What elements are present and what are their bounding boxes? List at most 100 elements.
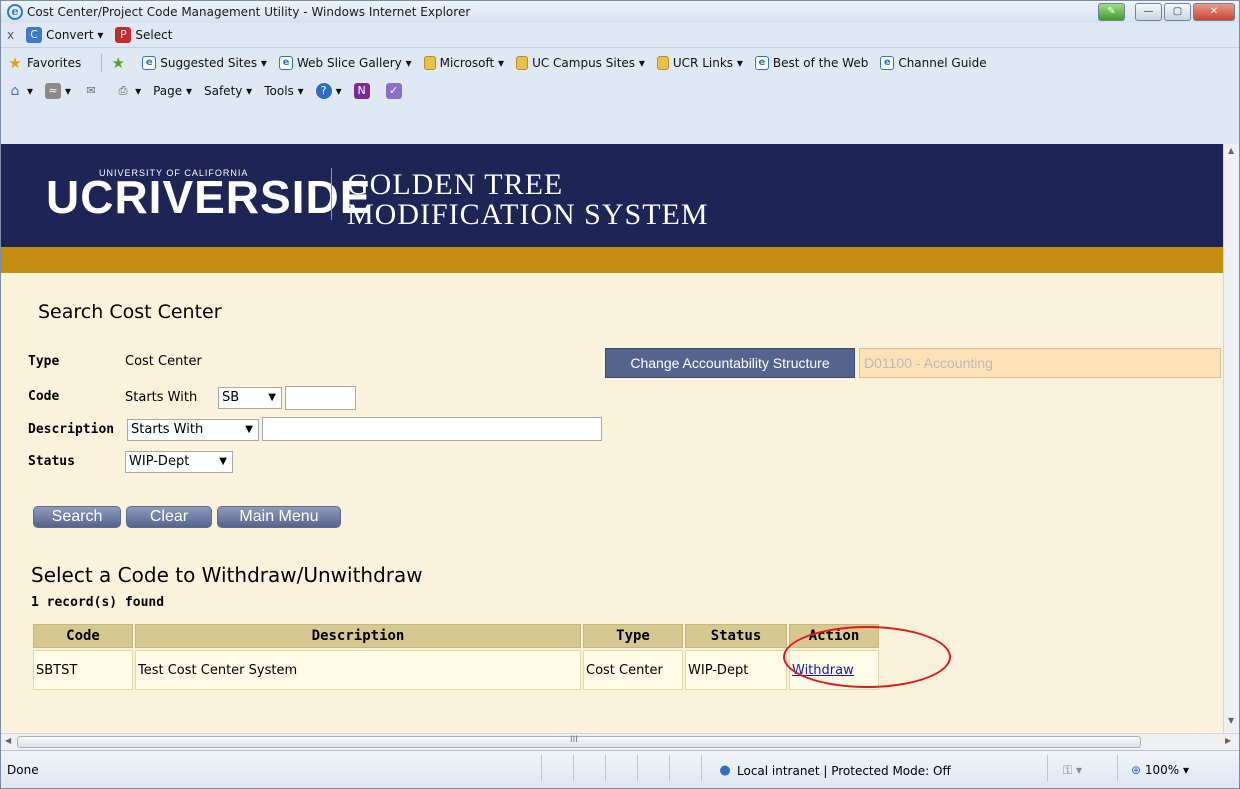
column-header-status: Status [685,624,787,648]
description-input[interactable] [262,417,602,441]
fav-web-slice-gallery[interactable]: e Web Slice Gallery ▾ [278,55,412,70]
feeds-button[interactable]: ≈ ▾ [45,83,71,99]
code-input[interactable] [285,386,356,410]
star-icon: ★ [8,53,22,72]
addon-toolbar: x C Convert ▾ P Select [1,23,1239,47]
type-label: Type [28,354,60,369]
ie-logo-icon: e [7,4,23,20]
chevron-down-icon: ▼ [245,424,253,435]
print-button[interactable]: ⎙ ▾ [115,83,141,99]
folder-icon [423,55,436,70]
zone-text: Local intranet | Protected Mode: Off [737,764,951,778]
fav-best-of-the-web[interactable]: e Best of the Web [754,55,868,70]
tools-menu[interactable]: Tools ▾ [264,84,303,98]
protected-mode-icon[interactable]: ⚿ ▾ [1063,763,1082,778]
intranet-globe-icon: ● [719,763,731,778]
fav-uc-campus-sites[interactable]: UC Campus Sites ▾ [516,55,645,70]
convert-icon: C [26,27,43,43]
add-favorite-button[interactable]: ★ [110,55,130,71]
main-menu-button[interactable]: Main Menu [217,506,341,528]
clear-button[interactable]: Clear [126,506,212,528]
edit-icon[interactable]: ✎ [1098,3,1125,21]
cell-status: WIP-Dept [685,650,787,690]
cell-code: SBTST [33,650,133,690]
favorites-button[interactable]: ★ Favorites [7,55,81,71]
page-menu[interactable]: Page ▾ [153,84,192,98]
scroll-thumb[interactable]: III [17,735,1141,748]
fav-suggested-sites[interactable]: e Suggested Sites ▾ [142,55,267,70]
table-header-row: Code Description Type Status Action [33,624,879,648]
logo-divider [331,168,332,220]
system-title: GOLDEN TREE MODIFICATION SYSTEM [347,170,709,230]
column-header-code: Code [33,624,133,648]
maximize-button[interactable]: ▢ [1164,3,1191,21]
code-label: Code [28,389,60,404]
fav-label: Channel Guide [898,55,987,70]
convert-button[interactable]: C Convert ▾ [26,27,103,43]
minimize-button[interactable]: — [1135,3,1162,21]
vertical-scrollbar[interactable]: ▲ ▼ [1223,144,1239,733]
fav-microsoft[interactable]: Microsoft ▾ [423,55,505,70]
scroll-left-icon[interactable]: ◀ [5,736,11,745]
accountability-field: D01100 - Accounting [859,348,1221,378]
fav-label: Microsoft ▾ [439,55,505,70]
fav-ucr-links[interactable]: UCR Links ▾ [656,55,743,70]
horizontal-scrollbar[interactable]: ◀ III ▶ [1,733,1239,750]
zoom-icon: ⊕ [1131,763,1142,777]
select-button[interactable]: P Select [115,27,172,43]
description-label: Description [28,422,115,437]
rss-icon: ≈ [45,83,62,99]
toolbar-close-icon[interactable]: x [7,28,14,42]
description-match-value: Starts With [131,422,204,437]
search-button[interactable]: Search [33,506,121,528]
status-divider [573,755,574,781]
status-divider [701,755,702,781]
help-button[interactable]: ? ▾ [315,83,342,99]
search-heading: Search Cost Center [38,301,222,323]
favorites-bar: ★ Favorites ★ e Suggested Sites ▾ e Web Sli… [1,47,1239,77]
scroll-right-icon[interactable]: ▶ [1225,736,1231,745]
status-label: Status [28,454,75,469]
home-button[interactable]: ⌂ ▾ [7,83,33,99]
pdf-icon: P [115,27,132,43]
ie-page-icon: e [278,55,293,70]
ie-page-icon: e [880,55,895,70]
cell-description: Test Cost Center System [135,650,581,690]
onenote-button[interactable]: N [353,83,374,99]
zoom-value: 100% [1144,763,1180,777]
highlight-annotation [783,626,951,688]
home-icon: ⌂ [10,83,20,99]
status-select[interactable]: WIP-Dept ▼ [125,451,233,473]
browser-window: e Cost Center/Project Code Management Ut… [0,0,1240,789]
system-title-line1: GOLDEN TREE [347,168,564,201]
code-prefix-select[interactable]: SB ▼ [218,387,282,409]
fav-channel-guide[interactable]: e Channel Guide [880,55,987,70]
status-divider [1047,755,1048,781]
research-button[interactable]: ✓ [385,83,406,99]
table-row: SBTST Test Cost Center System Cost Cente… [33,650,879,690]
page-content: UNIVERSITY OF CALIFORNIA UCRIVERSIDE GOL… [1,144,1223,733]
zoom-control[interactable]: ⊕ 100% ▾ [1131,763,1189,777]
status-divider [637,755,638,781]
change-accountability-button[interactable]: Change Accountability Structure [605,348,855,378]
help-icon: ? [315,83,332,99]
fav-label: Web Slice Gallery ▾ [296,55,412,70]
mail-button[interactable]: ✉ [83,83,103,99]
record-count: 1 record(s) found [31,595,165,610]
folder-icon [656,55,669,70]
column-header-description: Description [135,624,581,648]
chevron-down-icon: ▼ [219,456,227,467]
fav-label: Suggested Sites ▾ [160,55,267,70]
description-match-select[interactable]: Starts With ▼ [127,419,259,441]
fav-label: UC Campus Sites ▾ [532,55,645,70]
scroll-up-icon[interactable]: ▲ [1228,146,1234,155]
ie-page-icon: e [754,55,769,70]
fav-label: UCR Links ▾ [672,55,743,70]
status-divider [541,755,542,781]
close-button[interactable]: ✕ [1193,3,1235,21]
scroll-down-icon[interactable]: ▼ [1228,716,1234,725]
command-bar: ⌂ ▾ ≈ ▾ ✉ ⎙ ▾ Page ▾ Safety ▾ Tools ▾ ? ▾ N … [1,77,1239,105]
safety-menu[interactable]: Safety ▾ [204,84,252,98]
code-prefix-value: SB [222,390,240,405]
security-zone[interactable]: ● Local intranet | Protected Mode: Off [717,763,951,779]
